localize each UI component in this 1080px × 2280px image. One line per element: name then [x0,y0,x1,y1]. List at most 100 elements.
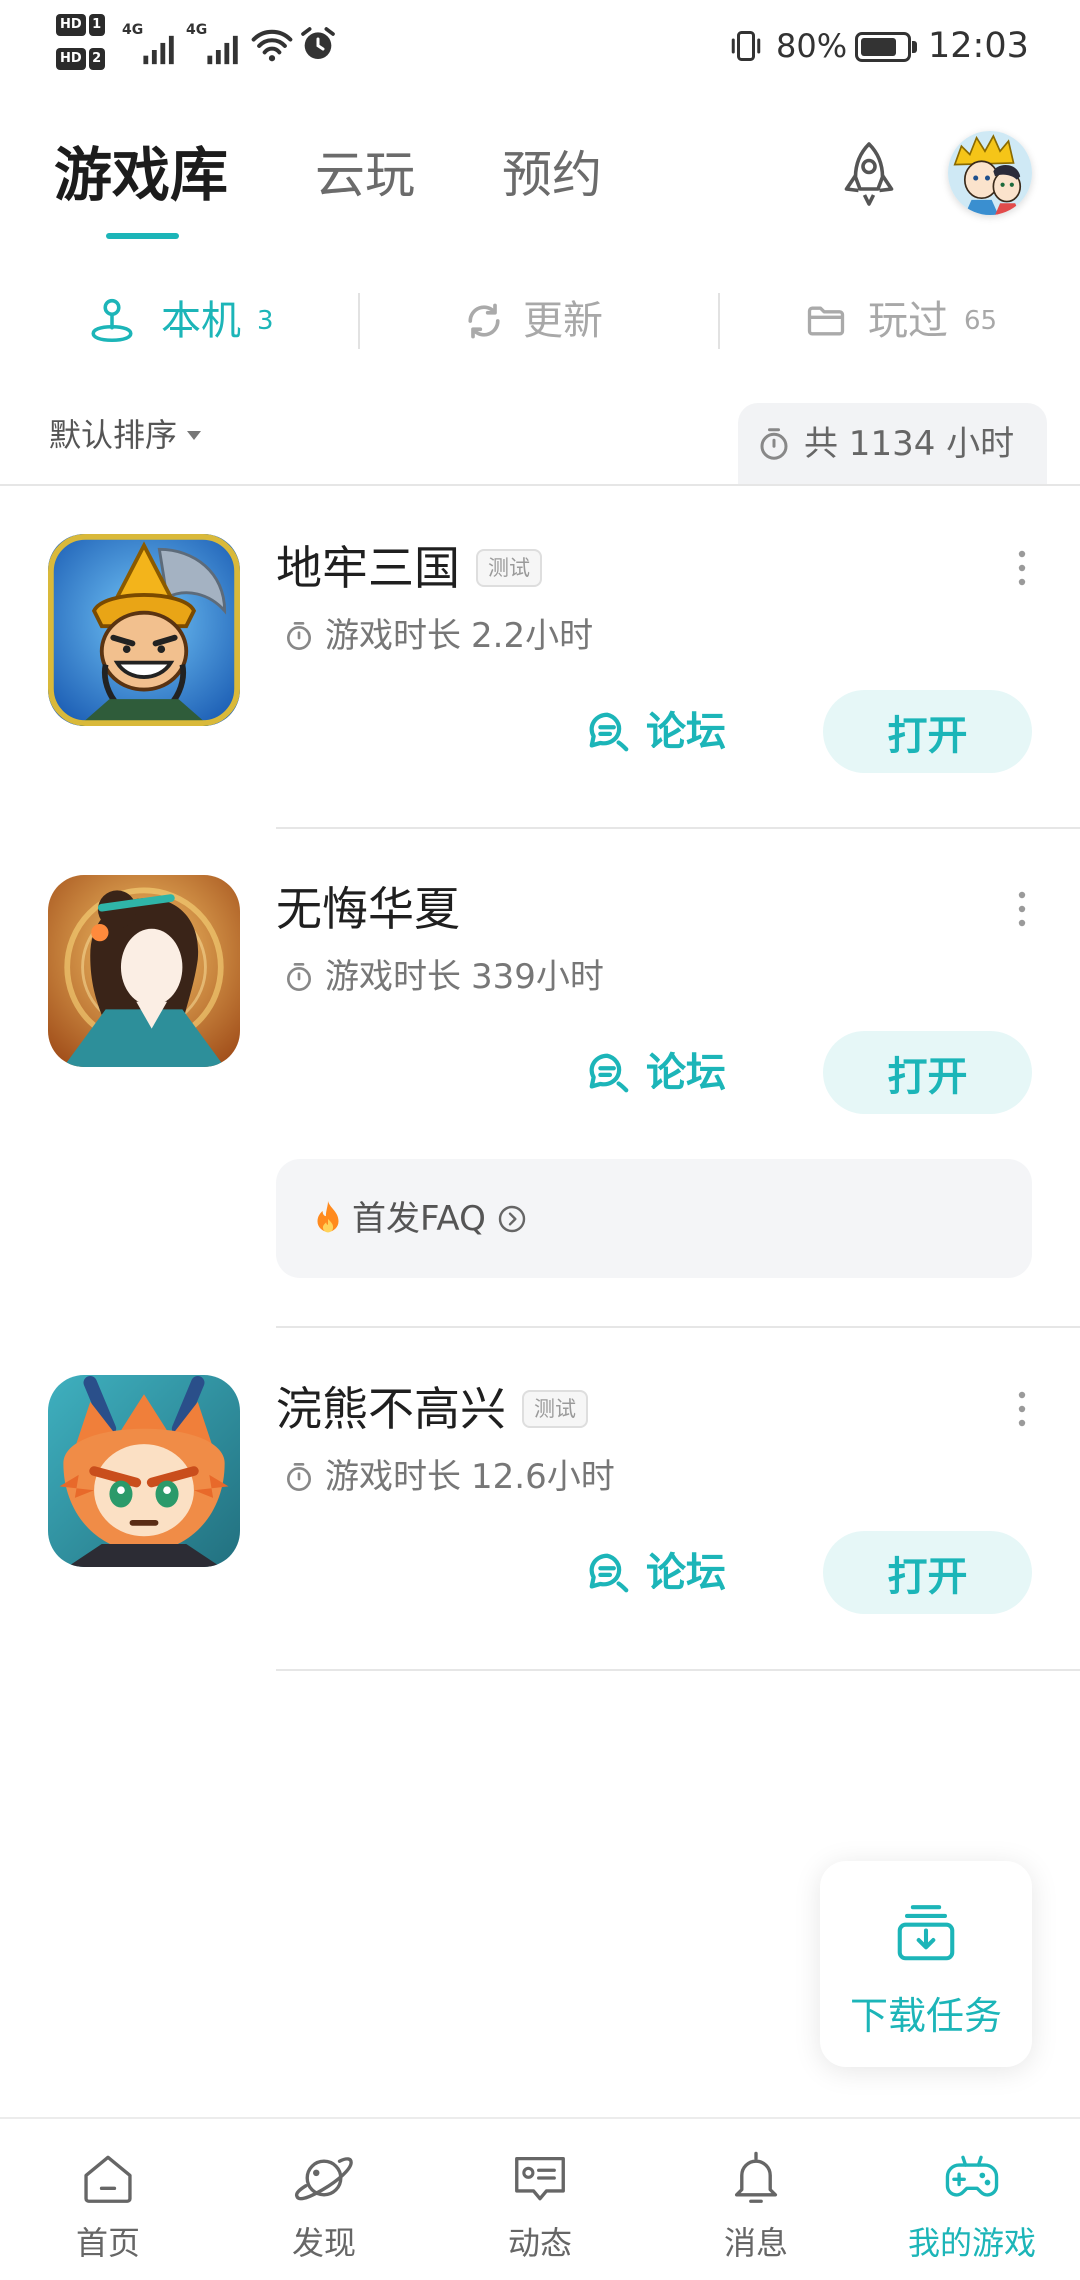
nav-feed-label: 动态 [507,2224,572,2262]
sim-1: HD 1 [56,14,105,36]
sort-label: 默认排序 [49,416,178,454]
forum-button[interactable]: 论坛 [586,706,726,758]
cell-signal-2: 4G [186,22,240,66]
folder-icon [807,306,845,336]
playtime: 游戏时长 12.6小时 [283,1455,615,1499]
home-icon [84,2155,132,2203]
sim-indicators: HD 1 HD 2 [56,14,105,70]
divider [0,484,1080,486]
forum-label: 论坛 [646,1050,726,1096]
status-bar: HD 1 HD 2 4G 4G 80% 12:03 [0,0,1080,95]
alarm-icon [301,27,335,59]
tab-cloud-play[interactable]: 云玩 [315,145,415,205]
cell-signal-1: 4G [122,22,176,66]
nav-messages[interactable]: 消息 [648,2119,864,2280]
signal-bars-icon [143,35,174,65]
active-tab-indicator [106,233,179,239]
total-playtime-text: 共 1134 小时 [804,423,1015,464]
wifi-icon [251,29,293,62]
open-button[interactable]: 打开 [823,1531,1032,1614]
game-title-row: 地牢三国 测试 [276,540,542,596]
more-vertical-icon[interactable] [1010,544,1034,592]
rocket-icon[interactable] [833,138,905,210]
planet-icon [294,2157,353,2201]
nav-discover[interactable]: 发现 [216,2119,432,2280]
signal-bars-icon [207,35,238,65]
forum-label: 论坛 [646,1550,726,1596]
subtab-updates[interactable]: 更新 [462,293,603,349]
playtime-label: 游戏时长 [325,957,461,997]
hd-badge: HD [56,48,86,70]
playtime-value: 2.2小时 [471,616,594,656]
nav-feed[interactable]: 动态 [432,2119,648,2280]
stopwatch-icon [760,427,788,460]
test-badge: 测试 [476,549,542,587]
playtime-value: 339小时 [471,957,604,997]
sim-2: HD 2 [56,48,105,70]
nav-home[interactable]: 首页 [0,2119,216,2280]
battery-level-fill [861,38,897,56]
game-icon[interactable] [48,1375,240,1567]
subtab-updates-label: 更新 [523,298,603,344]
forum-icon [589,1553,629,1593]
stopwatch-icon [287,963,311,991]
game-title: 无悔华夏 [276,882,460,936]
sim-slot: 2 [88,48,105,70]
user-avatar[interactable] [948,131,1032,215]
divider [276,827,1080,829]
nav-discover-label: 发现 [291,2224,356,2262]
subtab-played-count: 65 [964,306,998,336]
forum-button[interactable]: 论坛 [586,1547,726,1599]
game-title: 浣熊不高兴 [276,1382,506,1436]
subtab-local-label: 本机 [161,298,241,344]
feed-icon [515,2156,565,2201]
battery-percent: 80% [776,27,848,65]
subtab-local[interactable]: 本机 3 [87,293,274,349]
game-icon[interactable] [48,875,240,1067]
bell-icon [734,2151,778,2203]
nav-home-label: 首页 [75,2224,140,2262]
game-icon[interactable] [48,534,240,726]
playtime: 游戏时长 339小时 [283,955,604,999]
sim-slot: 1 [88,14,105,36]
playtime-label: 游戏时长 [325,1457,461,1497]
game-title-row: 浣熊不高兴 测试 [276,1381,588,1437]
open-button[interactable]: 打开 [823,690,1032,773]
hd-badge: HD [56,14,86,36]
joystick-icon [91,298,133,343]
total-playtime: 共 1134 小时 [738,403,1047,484]
caret-down-icon [187,430,202,440]
nav-my-games[interactable]: 我的游戏 [864,2119,1080,2280]
forum-button[interactable]: 论坛 [586,1047,726,1099]
faq-card[interactable]: 首发FAQ [276,1159,1032,1278]
flame-icon [317,1200,339,1232]
refresh-icon [468,303,500,339]
network-type: 4G [186,22,208,38]
subtab-divider [358,293,360,349]
battery-icon [855,32,917,62]
game-title-row: 无悔华夏 [276,881,460,937]
bottom-nav: 首页 发现 动态 消息 我的游戏 [0,2117,1080,2280]
subtab-divider [718,293,720,349]
divider [276,1326,1080,1328]
faq-label: 首发FAQ [352,1198,486,1239]
vibrate-icon [731,31,761,61]
game-card[interactable]: 无悔华夏 游戏时长 339小时 论坛 打开 首发FAQ [0,875,1080,1330]
playtime: 游戏时长 2.2小时 [283,614,593,658]
clock: 12:03 [928,26,1029,66]
download-tasks-button[interactable]: 下载任务 [820,1861,1032,2067]
playtime-value: 12.6小时 [471,1457,615,1497]
playtime-label: 游戏时长 [325,616,461,656]
tab-game-library[interactable]: 游戏库 [54,140,228,210]
game-title: 地牢三国 [276,541,460,595]
game-card[interactable]: 地牢三国 测试 游戏时长 2.2小时 论坛 打开 [0,534,1080,834]
forum-icon [589,712,629,752]
tab-reservations[interactable]: 预约 [502,145,602,205]
subtab-played[interactable]: 玩过 65 [804,293,997,349]
more-vertical-icon[interactable] [1010,885,1034,933]
game-card[interactable]: 浣熊不高兴 测试 游戏时长 12.6小时 论坛 打开 [0,1375,1080,1675]
sort-dropdown[interactable]: 默认排序 [49,415,202,455]
more-vertical-icon[interactable] [1010,1385,1034,1433]
divider [276,1669,1080,1671]
open-button[interactable]: 打开 [823,1031,1032,1114]
